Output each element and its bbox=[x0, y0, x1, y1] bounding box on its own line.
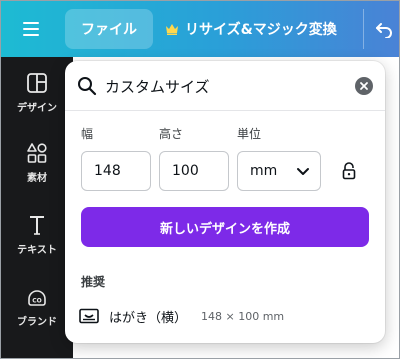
postcard-icon bbox=[79, 308, 99, 324]
width-field[interactable]: 148 bbox=[81, 151, 151, 191]
layout-icon bbox=[27, 73, 47, 93]
height-field[interactable]: 100 bbox=[159, 151, 229, 191]
sidebar-item-elements[interactable]: 素材 bbox=[1, 133, 73, 193]
sidebar-item-label: デザイン bbox=[17, 103, 57, 114]
crown-icon bbox=[166, 24, 178, 35]
suggestion-item-postcard[interactable]: はがき（横） 148 × 100 mm bbox=[73, 301, 377, 331]
undo-icon bbox=[375, 23, 392, 38]
editor-window: ファイル リサイズ&マジック変換 デザイン 素材 テキスト CO ブランド カス… bbox=[0, 0, 400, 359]
unit-value: mm bbox=[250, 163, 278, 179]
sidebar-item-label: ブランド bbox=[17, 317, 57, 328]
resize-magic-button[interactable]: リサイズ&マジック変換 bbox=[165, 9, 337, 49]
chevron-down-icon bbox=[297, 168, 309, 175]
width-label: 幅 bbox=[81, 127, 94, 141]
resize-magic-label: リサイズ&マジック変換 bbox=[185, 22, 337, 38]
search-bar bbox=[65, 61, 385, 111]
search-input[interactable] bbox=[105, 73, 345, 99]
clear-search-button[interactable] bbox=[355, 77, 373, 95]
height-label: 高さ bbox=[159, 127, 184, 141]
text-icon bbox=[30, 216, 44, 235]
create-design-button[interactable]: 新しいデザインを作成 bbox=[81, 207, 369, 247]
search-icon bbox=[78, 77, 97, 96]
suggestion-name: はがき（横） bbox=[109, 310, 188, 326]
close-icon bbox=[360, 82, 368, 90]
brand-icon: CO bbox=[28, 290, 46, 306]
sidebar-item-label: 素材 bbox=[27, 173, 47, 184]
file-menu-button[interactable]: ファイル bbox=[65, 9, 153, 49]
suggestion-size: 148 × 100 mm bbox=[201, 309, 285, 323]
resize-dropdown-panel: 幅 高さ 単位 148 100 mm 新しいデザインを作成 推奨 はがき（横） … bbox=[65, 61, 385, 343]
sidebar-item-brand[interactable]: CO ブランド bbox=[1, 277, 73, 337]
top-toolbar: ファイル リサイズ&マジック変換 bbox=[1, 1, 399, 57]
svg-text:CO: CO bbox=[32, 298, 42, 305]
sidebar-item-label: テキスト bbox=[17, 245, 57, 256]
shapes-icon bbox=[27, 143, 47, 163]
sidebar-item-text[interactable]: テキスト bbox=[1, 205, 73, 265]
unit-select[interactable]: mm bbox=[237, 151, 321, 191]
sidebar-item-design[interactable]: デザイン bbox=[1, 63, 73, 123]
lock-icon[interactable] bbox=[341, 162, 357, 180]
unit-label: 単位 bbox=[237, 127, 262, 141]
hamburger-icon[interactable] bbox=[23, 18, 45, 40]
undo-button[interactable] bbox=[363, 9, 399, 49]
recommended-heading: 推奨 bbox=[81, 275, 106, 289]
left-sidebar: デザイン 素材 テキスト CO ブランド bbox=[1, 57, 73, 358]
